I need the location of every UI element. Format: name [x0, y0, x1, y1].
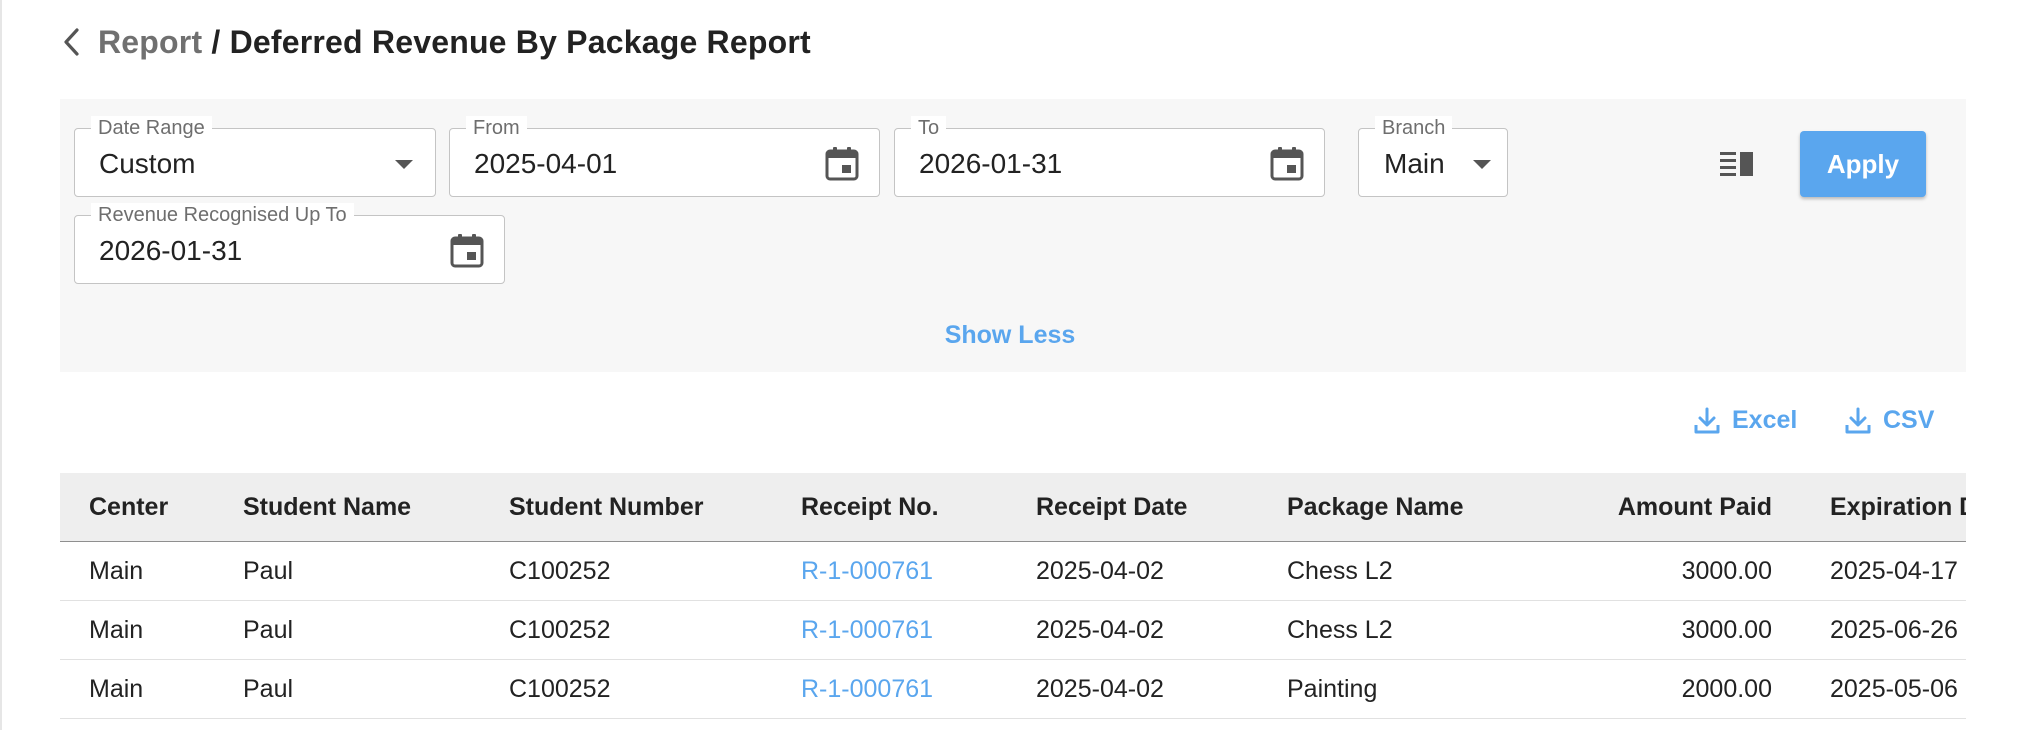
back-button[interactable]: [58, 22, 86, 62]
column-header[interactable]: Amount Paid: [1575, 473, 1830, 542]
cell-receipt-no: R-1-000761: [801, 600, 1036, 660]
export-excel-button[interactable]: Excel: [1694, 406, 1797, 435]
cell-expiration-date: 2025-05-06: [1830, 659, 1966, 719]
date-range-select[interactable]: Date Range Custom: [74, 116, 436, 197]
table-row: Main Paul C100252 R-1-000761 2025-04-02 …: [60, 541, 1966, 601]
from-value: 2025-04-01: [474, 148, 618, 179]
receipt-link[interactable]: R-1-000761: [801, 675, 933, 703]
breadcrumb-separator: /: [202, 23, 230, 60]
column-header[interactable]: Package Name: [1287, 473, 1575, 542]
calendar-icon[interactable]: [823, 145, 861, 183]
breadcrumb-report[interactable]: Report: [98, 24, 202, 60]
cell-package-name: Painting: [1287, 659, 1575, 719]
cell-student-name: Paul: [243, 600, 509, 660]
cell-receipt-date: 2025-04-02: [1036, 541, 1287, 601]
column-header[interactable]: Expiration D: [1830, 473, 1966, 542]
branch-select[interactable]: Branch Main: [1358, 116, 1508, 197]
cell-student-number: C100252: [509, 659, 801, 719]
revenue-recognised-value: 2026-01-31: [99, 235, 243, 266]
branch-label: Branch: [1375, 116, 1453, 140]
cell-package-name: Chess L2: [1287, 600, 1575, 660]
receipt-link[interactable]: R-1-000761: [801, 557, 933, 585]
table-header-row: Center Student Name Student Number Recei…: [60, 473, 1966, 542]
export-csv-label: CSV: [1883, 406, 1935, 434]
from-date-field[interactable]: From 2025-04-01: [449, 116, 880, 197]
cell-receipt-no: R-1-000761: [801, 659, 1036, 719]
column-header[interactable]: Student Name: [243, 473, 509, 542]
cell-amount-paid: 2000.00: [1575, 659, 1830, 719]
cell-amount-paid: 3000.00: [1575, 541, 1830, 601]
column-header[interactable]: Student Number: [509, 473, 801, 542]
to-label: To: [911, 116, 947, 140]
calendar-icon[interactable]: [1268, 145, 1306, 183]
left-divider: [0, 0, 2, 730]
report-title: Deferred Revenue By Package Report: [229, 23, 811, 60]
cell-center: Main: [60, 541, 243, 601]
column-header[interactable]: Receipt No.: [801, 473, 1036, 542]
table-row: Main Paul C100252 R-1-000761 2025-04-02 …: [60, 600, 1966, 660]
calendar-icon[interactable]: [448, 232, 486, 270]
from-label: From: [466, 116, 527, 140]
to-date-field[interactable]: To 2026-01-31: [894, 116, 1325, 197]
cell-package-name: Chess L2: [1287, 541, 1575, 601]
report-table: Center Student Name Student Number Recei…: [60, 473, 1966, 719]
cell-center: Main: [60, 659, 243, 719]
export-csv-button[interactable]: CSV: [1845, 406, 1934, 435]
download-icon: [1845, 407, 1871, 433]
chevron-left-icon: [64, 28, 79, 56]
page-title: Report / Deferred Revenue By Package Rep…: [98, 24, 811, 61]
cell-student-number: C100252: [509, 600, 801, 660]
receipt-link[interactable]: R-1-000761: [801, 616, 933, 644]
caret-down-icon: [395, 160, 413, 169]
branch-value: Main: [1384, 148, 1445, 179]
date-range-label: Date Range: [91, 116, 212, 140]
report-table-container[interactable]: Center Student Name Student Number Recei…: [60, 473, 1966, 730]
download-icon: [1694, 407, 1720, 433]
column-header[interactable]: Center: [60, 473, 243, 542]
table-row: Main Paul C100252 R-1-000761 2025-04-02 …: [60, 659, 1966, 719]
show-less-link[interactable]: Show Less: [920, 321, 1100, 350]
revenue-recognised-date-field[interactable]: Revenue Recognised Up To 2026-01-31: [74, 203, 505, 284]
caret-down-icon: [1473, 160, 1491, 169]
column-header[interactable]: Receipt Date: [1036, 473, 1287, 542]
cell-receipt-no: R-1-000761: [801, 541, 1036, 601]
date-range-value: Custom: [99, 148, 196, 179]
export-excel-label: Excel: [1732, 406, 1798, 434]
cell-expiration-date: 2025-04-17: [1830, 541, 1966, 601]
apply-button[interactable]: Apply: [1800, 131, 1926, 197]
cell-student-name: Paul: [243, 659, 509, 719]
cell-receipt-date: 2025-04-02: [1036, 659, 1287, 719]
to-value: 2026-01-31: [919, 148, 1063, 179]
cell-expiration-date: 2025-06-26: [1830, 600, 1966, 660]
view-columns-icon[interactable]: [1720, 150, 1754, 180]
revenue-recognised-label: Revenue Recognised Up To: [91, 203, 354, 227]
cell-center: Main: [60, 600, 243, 660]
cell-amount-paid: 3000.00: [1575, 600, 1830, 660]
cell-student-number: C100252: [509, 541, 801, 601]
page-header: Report / Deferred Revenue By Package Rep…: [58, 18, 811, 66]
cell-receipt-date: 2025-04-02: [1036, 600, 1287, 660]
cell-student-name: Paul: [243, 541, 509, 601]
